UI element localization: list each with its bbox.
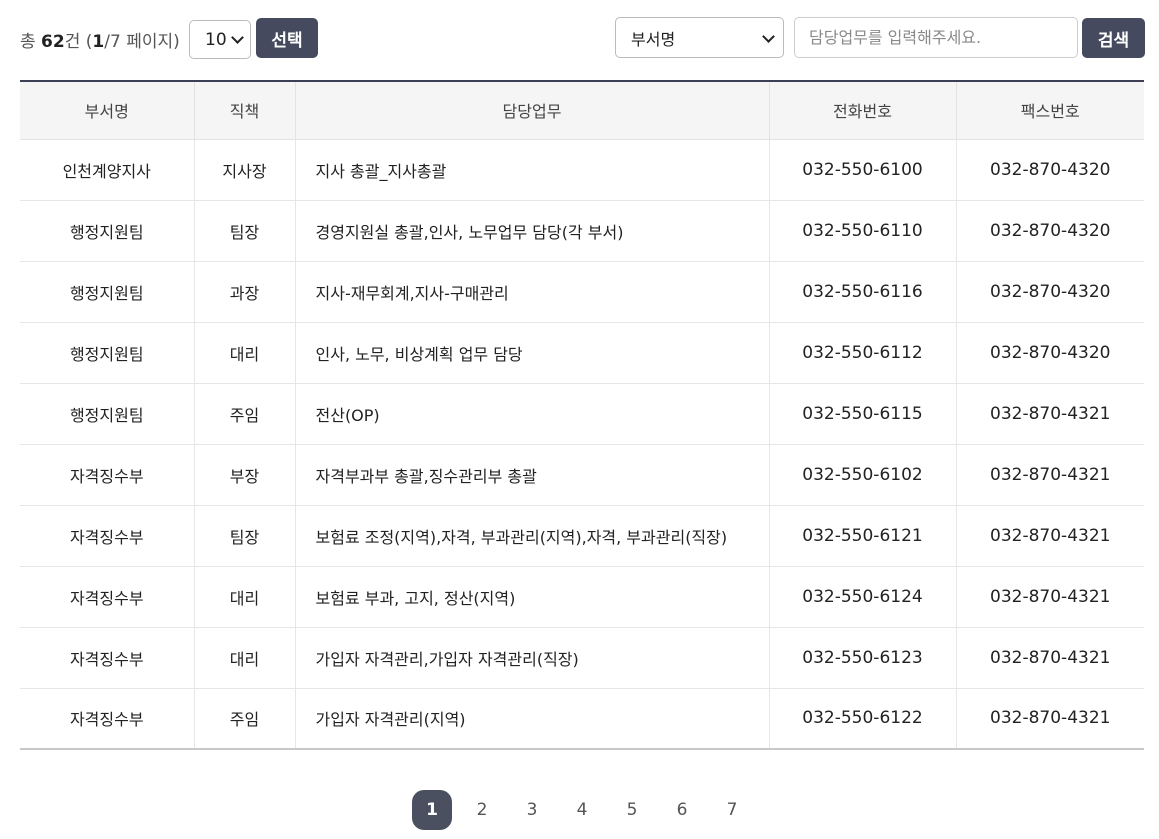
- cell-position: 주임: [193, 383, 295, 445]
- column-header-fax: 팩스번호: [955, 81, 1144, 140]
- cell-phone: 032-550-6102: [768, 444, 956, 506]
- select-button[interactable]: 선택: [256, 18, 318, 58]
- table-row: 자격징수부 팀장 보험료 조정(지역),자격, 부과관리(지역),자격, 부과관…: [20, 505, 1144, 567]
- page-size-select[interactable]: 10: [189, 20, 251, 59]
- cell-phone: 032-550-6116: [768, 261, 956, 323]
- cell-duty: 가입자 자격관리(지역): [294, 688, 769, 749]
- table-row: 행정지원팀 팀장 경영지원실 총괄,인사, 노무업무 담당(각 부서) 032-…: [20, 200, 1144, 262]
- search-input[interactable]: [794, 17, 1078, 58]
- cell-phone: 032-550-6122: [768, 688, 956, 749]
- current-page: 1: [92, 32, 105, 52]
- cell-fax: 032-870-4321: [955, 627, 1144, 689]
- cell-position: 과장: [193, 261, 295, 323]
- cell-fax: 032-870-4320: [955, 200, 1144, 262]
- result-count: 총 62건 (1/7 페이지): [20, 27, 180, 52]
- cell-position: 부장: [193, 444, 295, 506]
- pagination: 1 2 3 4 5 6 7: [412, 790, 762, 830]
- table-row: 자격징수부 대리 가입자 자격관리,가입자 자격관리(직장) 032-550-6…: [20, 627, 1144, 689]
- cell-dept: 자격징수부: [20, 566, 194, 628]
- table-row: 행정지원팀 과장 지사-재무회계,지사-구매관리 032-550-6116 03…: [20, 261, 1144, 323]
- table-row: 자격징수부 부장 자격부과부 총괄,징수관리부 총괄 032-550-6102 …: [20, 444, 1144, 506]
- search-button[interactable]: 검색: [1082, 18, 1145, 58]
- column-header-duty: 담당업무: [294, 81, 769, 140]
- cell-fax: 032-870-4321: [955, 688, 1144, 749]
- cell-dept: 행정지원팀: [20, 261, 194, 323]
- column-header-phone: 전화번호: [768, 81, 956, 140]
- cell-fax: 032-870-4321: [955, 444, 1144, 506]
- cell-duty: 전산(OP): [294, 383, 769, 445]
- cell-dept: 자격징수부: [20, 444, 194, 506]
- page-link-7[interactable]: 7: [712, 790, 752, 830]
- cell-phone: 032-550-6112: [768, 322, 956, 384]
- cell-duty: 지사-재무회계,지사-구매관리: [294, 261, 769, 323]
- table-row: 자격징수부 주임 가입자 자격관리(지역) 032-550-6122 032-8…: [20, 688, 1144, 749]
- page-size-value: 10: [205, 29, 227, 50]
- count-prefix: 총: [20, 32, 42, 52]
- cell-dept: 자격징수부: [69, 710, 144, 730]
- cell-duty: 가입자 자격관리,가입자 자격관리(직장): [294, 627, 769, 689]
- count-unit: 건 (: [64, 32, 93, 52]
- column-header-dept: 부서명: [20, 81, 194, 140]
- table-header-row: 부서명 직책 담당업무 전화번호 팩스번호: [20, 81, 1144, 140]
- column-header-position: 직책: [193, 81, 295, 140]
- page-link-5[interactable]: 5: [612, 790, 652, 830]
- cell-duty: 보험료 부과, 고지, 정산(지역): [294, 566, 769, 628]
- cell-position: 팀장: [193, 505, 295, 567]
- cell-fax: 032-870-4320: [955, 322, 1144, 384]
- cell-fax: 032-870-4321: [955, 505, 1144, 567]
- list-toolbar: 총 62건 (1/7 페이지) 10 선택 부서명 검색: [0, 0, 1159, 80]
- cell-dept: 인천계양지사: [20, 139, 194, 201]
- search-field-value: 부서명: [631, 29, 676, 49]
- chevron-down-icon: [762, 30, 775, 43]
- cell-dept: 행정지원팀: [20, 383, 194, 445]
- table-row: 자격징수부 대리 보험료 부과, 고지, 정산(지역) 032-550-6124…: [20, 566, 1144, 628]
- page-link-6[interactable]: 6: [662, 790, 702, 830]
- cell-duty: 경영지원실 총괄,인사, 노무업무 담당(각 부서): [294, 200, 769, 262]
- cell-duty: 인사, 노무, 비상계획 업무 담당: [294, 322, 769, 384]
- cell-phone: 032-550-6124: [768, 566, 956, 628]
- cell-position: 주임: [193, 688, 295, 749]
- cell-duty: 자격부과부 총괄,징수관리부 총괄: [294, 444, 769, 506]
- table-row: 인천계양지사 지사장 지사 총괄_지사총괄 032-550-6100 032-8…: [20, 139, 1144, 201]
- chevron-down-icon: [231, 31, 244, 44]
- page-link-3[interactable]: 3: [512, 790, 552, 830]
- search-field-select[interactable]: 부서명: [615, 17, 784, 58]
- cell-position: 대리: [193, 322, 295, 384]
- cell-duty: 지사 총괄_지사총괄: [294, 139, 769, 201]
- cell-fax: 032-870-4321: [955, 566, 1144, 628]
- cell-fax: 032-870-4320: [955, 261, 1144, 323]
- cell-dept: 자격징수부: [20, 627, 194, 689]
- total-pages: /7 페이지): [104, 32, 180, 52]
- cell-position: 대리: [193, 566, 295, 628]
- cell-phone: 032-550-6100: [768, 139, 956, 201]
- page-link-4[interactable]: 4: [562, 790, 602, 830]
- cell-position: 팀장: [193, 200, 295, 262]
- cell-phone: 032-550-6121: [768, 505, 956, 567]
- cell-dept: 자격징수부: [20, 505, 194, 567]
- cell-fax: 032-870-4320: [955, 139, 1144, 201]
- cell-phone: 032-550-6123: [768, 627, 956, 689]
- page-link-2[interactable]: 2: [462, 790, 502, 830]
- cell-dept: 행정지원팀: [20, 200, 194, 262]
- staff-table: 부서명 직책 담당업무 전화번호 팩스번호 인천계양지사 지사장 지사 총괄_지…: [20, 80, 1144, 750]
- cell-position: 대리: [193, 627, 295, 689]
- table-row: 행정지원팀 대리 인사, 노무, 비상계획 업무 담당 032-550-6112…: [20, 322, 1144, 384]
- table-row: 행정지원팀 주임 전산(OP) 032-550-6115 032-870-432…: [20, 383, 1144, 445]
- cell-phone: 032-550-6115: [768, 383, 956, 445]
- page-link-1[interactable]: 1: [412, 790, 452, 830]
- cell-fax: 032-870-4321: [955, 383, 1144, 445]
- cell-phone: 032-550-6110: [768, 200, 956, 262]
- cell-dept: 행정지원팀: [20, 322, 194, 384]
- cell-duty: 보험료 조정(지역),자격, 부과관리(지역),자격, 부과관리(직장): [294, 505, 769, 567]
- total-count: 62: [41, 32, 65, 52]
- cell-position: 지사장: [193, 139, 295, 201]
